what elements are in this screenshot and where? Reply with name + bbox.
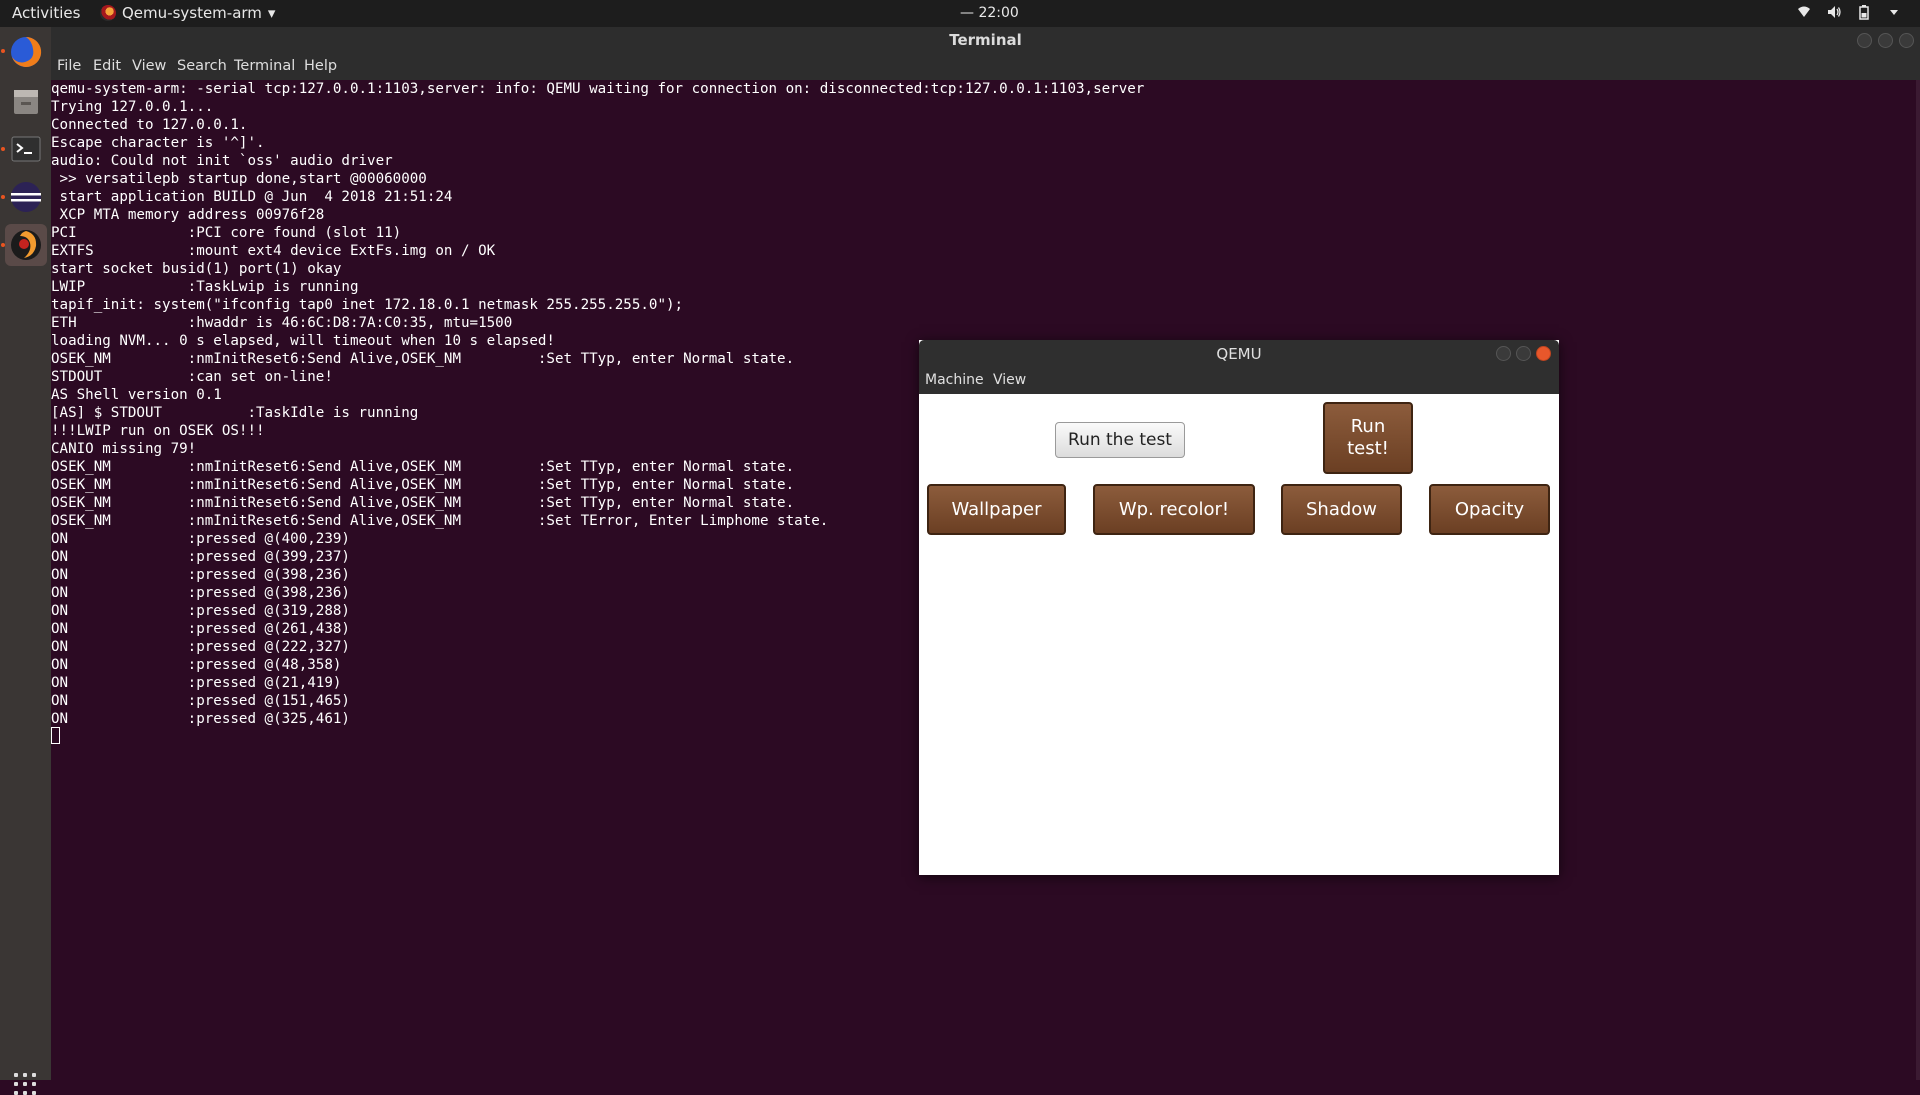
terminal-line: ETH :hwaddr is 46:6C:D8:7A:C0:35, mtu=15…: [51, 315, 513, 331]
terminal-line: Trying 127.0.0.1...: [51, 99, 214, 115]
run-the-test-button[interactable]: Run the test: [1055, 422, 1185, 458]
qemu-app-icon: [100, 5, 116, 21]
qemu-logo-icon: [11, 230, 41, 260]
menu-arrow-icon: [1890, 10, 1898, 15]
maximize-button[interactable]: [1878, 33, 1893, 48]
wp-recolor-button[interactable]: Wp. recolor!: [1093, 484, 1255, 535]
terminal-line: LWIP :TaskLwip is running: [51, 279, 359, 295]
terminal-scrollbar[interactable]: [1916, 80, 1920, 1080]
qemu-display[interactable]: Run the test Run test! Wallpaper Wp. rec…: [919, 394, 1559, 875]
terminal-icon[interactable]: [5, 128, 47, 170]
show-applications-icon[interactable]: [14, 1073, 36, 1095]
menu-terminal[interactable]: Terminal: [234, 58, 295, 74]
menu-search[interactable]: Search: [177, 58, 227, 74]
terminal-line: >> versatilepb startup done,start @00060…: [51, 171, 427, 187]
terminal-line: PCI :PCI core found (slot 11): [51, 225, 402, 241]
menu-help[interactable]: Help: [304, 58, 337, 74]
battery-icon: [1859, 5, 1869, 20]
terminal-title: Terminal: [949, 31, 1022, 49]
qemu-minimize-button[interactable]: [1496, 346, 1511, 361]
menu-view[interactable]: View: [132, 58, 166, 74]
files-icon[interactable]: [5, 80, 47, 122]
qemu-titlebar[interactable]: QEMU: [919, 340, 1559, 368]
qemu-icon[interactable]: [5, 224, 47, 266]
wallpaper-button[interactable]: Wallpaper: [927, 484, 1066, 535]
terminal-menubar: File Edit View Search Terminal Help: [51, 55, 1920, 80]
terminal-titlebar[interactable]: Terminal: [51, 27, 1920, 55]
terminal-line: Escape character is '^]'.: [51, 135, 265, 151]
qemu-window: QEMU Machine View Run the test Run test!…: [919, 340, 1559, 875]
firefox-icon[interactable]: [5, 31, 47, 73]
minimize-button[interactable]: [1857, 33, 1872, 48]
qemu-maximize-button[interactable]: [1516, 346, 1531, 361]
qemu-title: QEMU: [1216, 345, 1262, 363]
chevron-down-icon: ▾: [267, 4, 276, 22]
qemu-menubar: Machine View: [919, 368, 1559, 394]
app-menu[interactable]: Qemu-system-arm ▾: [100, 4, 275, 22]
qemu-close-button[interactable]: [1536, 346, 1551, 361]
clock[interactable]: — 22:00: [960, 5, 1019, 21]
volume-icon: [1828, 6, 1841, 18]
terminal-line: XCP MTA memory address 00976f28: [51, 207, 325, 223]
menu-qemu-view[interactable]: View: [993, 372, 1026, 388]
terminal-line: EXTFS :mount ext4 device ExtFs.img on / …: [51, 243, 496, 259]
shadow-button[interactable]: Shadow: [1281, 484, 1402, 535]
activities-button[interactable]: Activities: [12, 4, 80, 22]
run-test-button[interactable]: Run test!: [1323, 402, 1413, 474]
terminal-line: Connected to 127.0.0.1.: [51, 117, 248, 133]
eclipse-icon[interactable]: [5, 176, 47, 218]
menu-file[interactable]: File: [57, 58, 81, 74]
menu-machine[interactable]: Machine: [925, 372, 984, 388]
close-button[interactable]: [1899, 33, 1914, 48]
terminal-line: audio: Could not init `oss' audio driver: [51, 153, 393, 169]
terminal-line: start application BUILD @ Jun 4 2018 21:…: [51, 189, 453, 205]
terminal-line: start socket busid(1) port(1) okay: [51, 261, 342, 277]
wifi-icon: [1798, 6, 1810, 17]
dock: [0, 27, 51, 1095]
terminal-cursor: [51, 727, 60, 744]
system-tray[interactable]: [1796, 4, 1902, 20]
terminal-line: qemu-system-arm: -serial tcp:127.0.0.1:1…: [51, 81, 1145, 97]
terminal-line: tapif_init: system("ifconfig tap0 inet 1…: [51, 297, 684, 313]
opacity-button[interactable]: Opacity: [1429, 484, 1550, 535]
app-menu-label: Qemu-system-arm: [122, 4, 262, 22]
top-bar: Activities Qemu-system-arm ▾ — 22:00: [0, 0, 1920, 27]
menu-edit[interactable]: Edit: [93, 58, 121, 74]
